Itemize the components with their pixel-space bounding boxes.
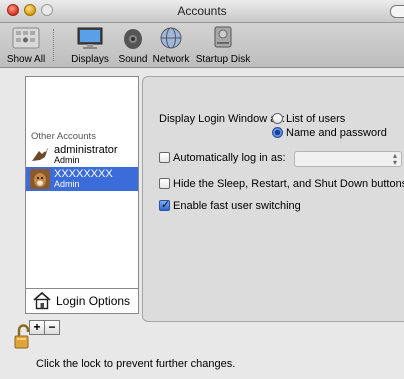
toolbar-startup-disk[interactable]: Startup Disk xyxy=(193,25,253,65)
auto-login-checkbox[interactable] xyxy=(159,152,170,163)
auto-login-label: Automatically log in as: xyxy=(173,152,286,164)
radio-list-of-users[interactable]: List of users xyxy=(272,113,345,125)
checkmark-icon: ✓ xyxy=(161,199,171,211)
toolbar-startup-disk-label: Startup Disk xyxy=(195,54,251,65)
popup-arrows-icon: ▴ ▾ xyxy=(392,151,397,167)
hide-buttons-checkbox[interactable] xyxy=(159,178,170,189)
display-icon xyxy=(77,27,103,49)
other-accounts-label: Other Accounts xyxy=(31,131,96,142)
toolbar-displays-label: Displays xyxy=(71,54,109,65)
house-icon xyxy=(33,291,51,310)
accounts-list: Other Accounts administrator Admin XXXXX… xyxy=(25,76,139,314)
toolbar-displays[interactable]: Displays xyxy=(64,25,116,65)
hide-buttons-row: Hide the Sleep, Restart, and Shut Down b… xyxy=(159,178,404,190)
toolbar-toggle-button[interactable] xyxy=(390,5,404,18)
title-bar: Accounts xyxy=(0,0,404,23)
fast-switch-checkbox[interactable]: ✓ xyxy=(159,199,171,211)
auto-login-row: Automatically log in as: ▴ ▾ xyxy=(159,151,402,167)
account-item-administrator[interactable]: administrator Admin xyxy=(26,143,138,167)
toolbar-sound-label: Sound xyxy=(118,54,148,65)
toolbar-network[interactable]: Network xyxy=(150,25,192,65)
hard-disk-icon xyxy=(214,26,232,48)
account-item-selected[interactable]: XXXXXXXX Admin xyxy=(26,167,138,191)
account-role: Admin xyxy=(54,179,80,189)
login-options-item[interactable]: Login Options xyxy=(26,288,138,313)
window-title: Accounts xyxy=(177,4,227,18)
auto-login-user-popup[interactable]: ▴ ▾ xyxy=(294,151,402,167)
radio-button-selected[interactable] xyxy=(272,127,283,138)
toolbar-show-all[interactable]: Show All xyxy=(2,25,50,65)
radio-list-of-users-label: List of users xyxy=(286,113,346,125)
toolbar: Show All Displays Sound Network Startup … xyxy=(0,23,404,68)
display-login-label: Display Login Window as: xyxy=(159,113,285,125)
globe-icon xyxy=(160,27,182,49)
toolbar-show-all-label: Show All xyxy=(6,54,46,65)
account-role: Admin xyxy=(54,155,80,165)
login-options-label: Login Options xyxy=(56,294,131,308)
toolbar-separator xyxy=(53,29,54,61)
radio-name-and-password[interactable]: Name and password xyxy=(272,127,387,139)
hide-buttons-label: Hide the Sleep, Restart, and Shut Down b… xyxy=(173,178,404,190)
apple-grid-icon xyxy=(12,27,40,49)
accounts-content: Other Accounts administrator Admin XXXXX… xyxy=(0,68,404,379)
radio-name-and-password-label: Name and password xyxy=(286,127,387,139)
radio-button[interactable] xyxy=(272,113,283,124)
dog-avatar-icon xyxy=(30,169,50,189)
lock-icon[interactable] xyxy=(14,324,32,350)
speaker-icon xyxy=(124,29,142,49)
remove-account-button[interactable]: − xyxy=(44,320,60,335)
eagle-avatar-icon xyxy=(32,148,48,161)
fast-switch-row: ✓ Enable fast user switching xyxy=(159,199,301,212)
toolbar-network-label: Network xyxy=(152,54,190,65)
login-options-panel: Display Login Window as: List of users N… xyxy=(142,76,404,322)
lock-status-text: Click the lock to prevent further change… xyxy=(36,358,236,370)
toolbar-sound[interactable]: Sound xyxy=(116,25,150,65)
fast-switch-label: Enable fast user switching xyxy=(173,200,301,212)
